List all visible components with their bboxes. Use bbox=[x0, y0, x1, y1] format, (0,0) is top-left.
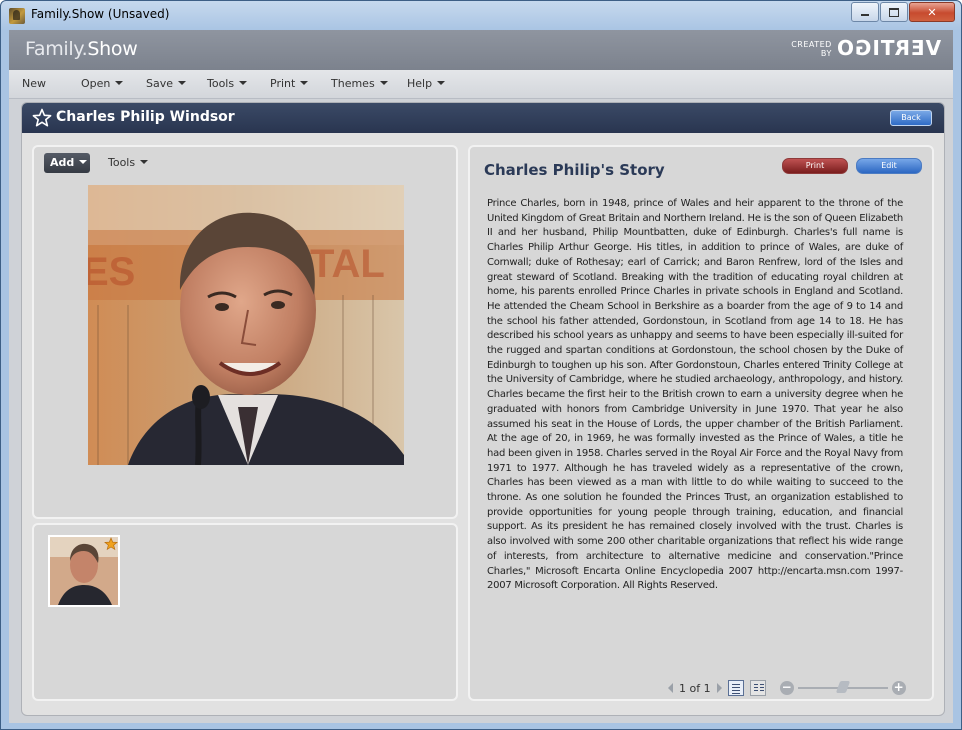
svg-text:ES: ES bbox=[88, 250, 135, 294]
edit-button[interactable]: Edit bbox=[856, 158, 922, 174]
menu-new[interactable]: New bbox=[22, 77, 46, 90]
close-icon: ✕ bbox=[927, 5, 937, 19]
next-page-icon[interactable] bbox=[716, 683, 722, 693]
zoom-in-icon[interactable]: + bbox=[891, 681, 906, 695]
client-area: Family.Show CREATED BY VERTIGO New Open S… bbox=[9, 30, 953, 723]
vertigo-logo: VERTIGO bbox=[835, 36, 941, 60]
person-header: Charles Philip Windsor Back bbox=[22, 103, 944, 133]
primary-photo-star-icon bbox=[104, 537, 118, 551]
brand-show: Show bbox=[87, 38, 138, 60]
menu-tools[interactable]: Tools bbox=[207, 77, 248, 90]
chevron-down-icon bbox=[437, 81, 446, 85]
vertigo-credit: CREATED BY VERTIGO bbox=[791, 36, 941, 60]
star-icon[interactable] bbox=[32, 108, 52, 128]
chevron-down-icon bbox=[115, 81, 124, 85]
window-controls: ✕ bbox=[850, 2, 955, 22]
window-title: Family.Show (Unsaved) bbox=[31, 7, 170, 21]
print-button[interactable]: Print bbox=[782, 158, 848, 174]
menu-print[interactable]: Print bbox=[270, 77, 309, 90]
chevron-down-icon bbox=[140, 160, 149, 164]
person-name: Charles Philip Windsor bbox=[56, 109, 235, 125]
minimize-button[interactable] bbox=[851, 2, 879, 22]
person-details-panel: Charles Philip Windsor Back Add Tools S … bbox=[21, 102, 945, 716]
two-page-view-icon[interactable] bbox=[749, 680, 766, 696]
photo-tools-button[interactable]: Tools bbox=[108, 156, 149, 169]
photo-viewer: Add Tools ES TAL bbox=[32, 145, 458, 519]
add-button[interactable]: Add bbox=[44, 153, 90, 173]
story-title: Charles Philip's Story bbox=[484, 161, 665, 179]
single-page-view-icon[interactable] bbox=[727, 680, 744, 696]
title-bar[interactable]: Family.Show (Unsaved) ✕ bbox=[1, 1, 961, 29]
maximize-button[interactable] bbox=[880, 2, 908, 22]
created-by-label: CREATED BY bbox=[791, 40, 832, 58]
zoom-slider[interactable] bbox=[797, 681, 888, 693]
app-window: Family.Show (Unsaved) ✕ Family.Show CREA… bbox=[0, 0, 962, 730]
chevron-down-icon bbox=[379, 81, 388, 85]
menu-bar: New Open Save Tools Print Themes Help bbox=[9, 70, 953, 99]
brand-family: Family. bbox=[25, 38, 88, 60]
menu-open[interactable]: Open bbox=[81, 77, 124, 90]
svg-text:TAL: TAL bbox=[310, 242, 385, 286]
back-button[interactable]: Back bbox=[890, 110, 932, 126]
zoom-out-icon[interactable]: − bbox=[779, 681, 794, 695]
chevron-down-icon bbox=[79, 160, 88, 164]
photo-thumbnails bbox=[32, 523, 458, 701]
minimize-icon bbox=[861, 14, 869, 16]
menu-themes[interactable]: Themes bbox=[331, 77, 388, 90]
app-logo: Family.Show bbox=[25, 38, 138, 60]
story-text: Prince Charles, born in 1948, prince of … bbox=[487, 198, 903, 592]
maximize-icon bbox=[889, 7, 899, 17]
close-button[interactable]: ✕ bbox=[909, 2, 955, 22]
menu-save[interactable]: Save bbox=[146, 77, 187, 90]
app-icon bbox=[9, 8, 25, 24]
app-header: Family.Show CREATED BY VERTIGO bbox=[9, 30, 953, 70]
page-indicator: 1 of 1 bbox=[679, 681, 711, 695]
chevron-down-icon bbox=[178, 81, 187, 85]
document-toolbar: 1 of 1 − + bbox=[668, 679, 906, 697]
chevron-down-icon bbox=[300, 81, 309, 85]
story-viewer: Charles Philip's Story Print Edit Prince… bbox=[468, 145, 934, 701]
previous-page-icon[interactable] bbox=[668, 683, 673, 693]
person-photo: ES TAL bbox=[88, 185, 404, 465]
menu-help[interactable]: Help bbox=[407, 77, 446, 90]
chevron-down-icon bbox=[239, 81, 248, 85]
zoom-slider-thumb[interactable] bbox=[835, 681, 850, 693]
